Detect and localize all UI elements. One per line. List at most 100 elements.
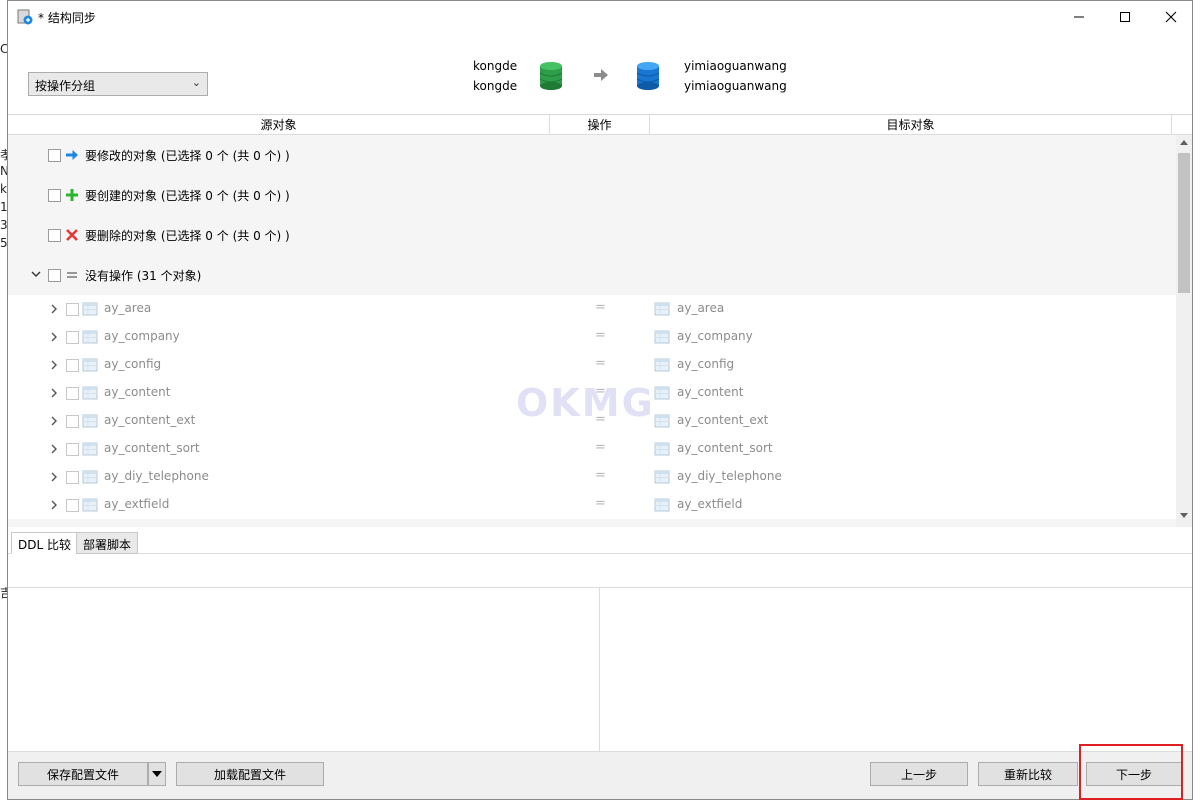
- table-row[interactable]: ay_content_sort = ay_content_sort: [8, 435, 1176, 463]
- table-icon: [82, 470, 98, 484]
- watermark-logo: OKMG: [516, 381, 655, 425]
- checkbox[interactable]: [66, 443, 79, 456]
- scroll-down-icon[interactable]: [1180, 513, 1188, 519]
- source-database-icon: [539, 62, 563, 90]
- ddl-toolbar: [8, 554, 1192, 588]
- checkbox[interactable]: [66, 415, 79, 428]
- checkbox[interactable]: [48, 229, 61, 242]
- caret-down-icon: [152, 771, 162, 777]
- table-icon: [82, 302, 98, 316]
- table-icon: [654, 358, 670, 372]
- table-icon: [82, 414, 98, 428]
- cross-icon: [66, 229, 78, 241]
- column-header-operation[interactable]: 操作: [550, 115, 650, 135]
- chevron-right-icon[interactable]: [49, 359, 59, 371]
- close-button[interactable]: [1148, 1, 1194, 33]
- table-icon: [654, 330, 670, 344]
- chevron-right-icon[interactable]: [49, 499, 59, 511]
- source-object-name: ay_config: [104, 357, 162, 371]
- target-database-icon: [636, 62, 660, 90]
- source-database-name: kongde: [473, 79, 518, 93]
- operation-equals: =: [595, 468, 606, 483]
- arrow-right-icon: [66, 150, 78, 160]
- checkbox[interactable]: [66, 303, 79, 316]
- group-delete[interactable]: 要删除的对象 (已选择 0 个 (共 0 个) ): [8, 215, 1176, 255]
- chevron-right-icon[interactable]: [49, 331, 59, 343]
- sync-header: 按操作分组 ⌄ kongde kongde yimiaoguanwang yim…: [8, 33, 1192, 115]
- close-icon: [1165, 11, 1177, 23]
- window-title: * 结构同步: [38, 11, 96, 25]
- chevron-down-icon: ⌄: [191, 76, 201, 89]
- scroll-up-icon[interactable]: [1180, 139, 1188, 145]
- maximize-icon: [1120, 12, 1130, 22]
- plus-icon: [66, 189, 78, 201]
- chevron-right-icon[interactable]: [49, 471, 59, 483]
- group-modify[interactable]: 要修改的对象 (已选择 0 个 (共 0 个) ): [8, 135, 1176, 175]
- group-create[interactable]: 要创建的对象 (已选择 0 个 (共 0 个) ): [8, 175, 1176, 215]
- table-icon: [654, 470, 670, 484]
- target-connection-name: yimiaoguanwang: [684, 59, 787, 73]
- tab-ddl-compare[interactable]: DDL 比较: [11, 532, 78, 554]
- save-profile-button[interactable]: 保存配置文件: [18, 762, 148, 786]
- table-icon: [82, 330, 98, 344]
- load-profile-button[interactable]: 加载配置文件: [176, 762, 324, 786]
- group-no-action[interactable]: 没有操作 (31 个对象): [8, 255, 1176, 295]
- target-object-name: ay_area: [677, 301, 725, 315]
- checkbox[interactable]: [48, 269, 61, 282]
- previous-button[interactable]: 上一步: [870, 762, 968, 786]
- table-row[interactable]: ay_config = ay_config: [8, 351, 1176, 379]
- table-row[interactable]: ay_diy_telephone = ay_diy_telephone: [8, 463, 1176, 491]
- table-icon: [654, 386, 670, 400]
- checkbox[interactable]: [48, 189, 61, 202]
- column-header-target[interactable]: 目标对象: [650, 115, 1172, 135]
- target-object-name: ay_config: [677, 357, 735, 371]
- maximize-button[interactable]: [1102, 1, 1148, 33]
- target-object-name: ay_company: [677, 329, 753, 343]
- operation-equals: =: [595, 328, 606, 343]
- table-icon: [82, 442, 98, 456]
- chevron-right-icon[interactable]: [49, 303, 59, 315]
- object-tree: 要修改的对象 (已选择 0 个 (共 0 个) ) 要创建的对象 (已选择 0 …: [8, 135, 1176, 527]
- checkbox[interactable]: [66, 499, 79, 512]
- group-by-value: 按操作分组: [35, 79, 96, 93]
- table-row[interactable]: ay_area = ay_area: [8, 295, 1176, 323]
- tab-deploy-script[interactable]: 部署脚本: [76, 532, 139, 554]
- column-header-source[interactable]: 源对象: [8, 115, 550, 135]
- group-label: 没有操作 (31 个对象): [85, 269, 202, 283]
- source-object-name: ay_company: [104, 329, 180, 343]
- scrollbar-thumb[interactable]: [1178, 153, 1190, 293]
- operation-equals: =: [595, 496, 606, 511]
- title-bar[interactable]: * 结构同步: [8, 1, 1192, 33]
- target-database-name: yimiaoguanwang: [684, 79, 787, 93]
- save-profile-dropdown[interactable]: [148, 762, 166, 786]
- checkbox[interactable]: [66, 359, 79, 372]
- ddl-target-pane[interactable]: [601, 588, 1192, 751]
- target-object-name: ay_content_sort: [677, 441, 773, 455]
- group-label: 要修改的对象 (已选择 0 个 (共 0 个) ): [85, 149, 290, 163]
- recompare-button[interactable]: 重新比较: [978, 762, 1078, 786]
- table-icon: [654, 498, 670, 512]
- checkbox[interactable]: [48, 149, 61, 162]
- chevron-right-icon[interactable]: [49, 387, 59, 399]
- chevron-right-icon[interactable]: [49, 415, 59, 427]
- minimize-button[interactable]: [1056, 1, 1102, 33]
- footer-bar: 保存配置文件 加载配置文件 上一步 重新比较 下一步: [8, 744, 1192, 800]
- table-icon: [654, 414, 670, 428]
- checkbox[interactable]: [66, 331, 79, 344]
- ddl-source-pane[interactable]: [8, 588, 600, 751]
- source-object-name: ay_content_ext: [104, 413, 196, 427]
- sync-arrow-icon: [594, 69, 608, 81]
- table-icon: [82, 386, 98, 400]
- checkbox[interactable]: [66, 471, 79, 484]
- equals-icon: [67, 272, 77, 278]
- target-object-name: ay_diy_telephone: [677, 469, 782, 483]
- tree-scrollbar[interactable]: [1176, 135, 1192, 527]
- structure-sync-dialog: * 结构同步 按操作分组 ⌄ kongde kongde yimiaoguanw…: [7, 0, 1193, 800]
- table-row[interactable]: ay_extfield = ay_extfield: [8, 491, 1176, 519]
- group-by-select[interactable]: 按操作分组 ⌄: [28, 72, 208, 96]
- checkbox[interactable]: [66, 387, 79, 400]
- chevron-right-icon[interactable]: [49, 443, 59, 455]
- table-row[interactable]: ay_company = ay_company: [8, 323, 1176, 351]
- target-object-name: ay_extfield: [677, 497, 743, 511]
- chevron-down-icon[interactable]: [30, 268, 42, 280]
